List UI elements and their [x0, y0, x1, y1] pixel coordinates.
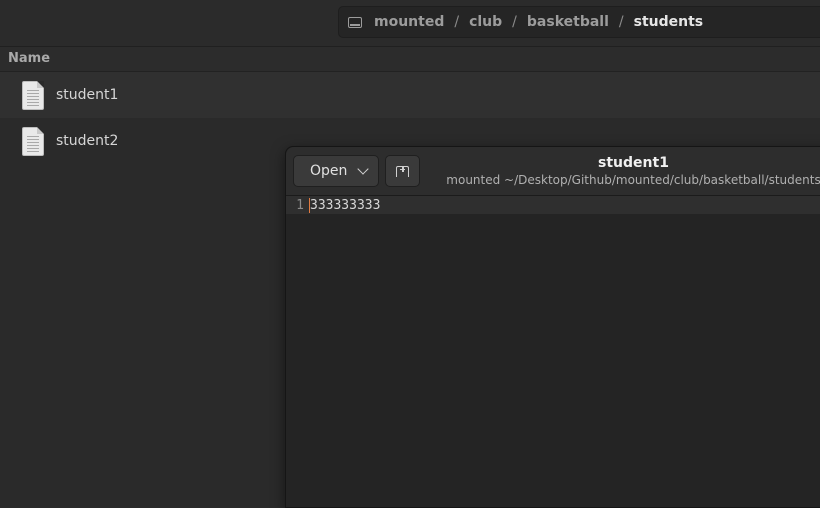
- editor-header-bar: Open student1 mounted ~/Desktop/Github/m…: [286, 147, 820, 196]
- breadcrumb-item-basketball[interactable]: basketball: [523, 14, 613, 30]
- column-header-name[interactable]: Name: [0, 47, 820, 72]
- line-number: 1: [296, 197, 304, 213]
- file-manager-header: mounted / club / basketball / students: [0, 0, 820, 47]
- text-editor-window: Open student1 mounted ~/Desktop/Github/m…: [285, 146, 820, 508]
- file-row-student1[interactable]: student1: [0, 72, 820, 118]
- breadcrumb-separator: /: [512, 14, 517, 30]
- column-header-label: Name: [8, 51, 51, 66]
- document-path: mounted ~/Desktop/Github/mounted/club/ba…: [446, 173, 820, 187]
- open-button[interactable]: Open: [293, 155, 379, 187]
- file-name: student2: [56, 133, 119, 149]
- file-name: student1: [56, 87, 119, 103]
- drive-icon[interactable]: [348, 16, 362, 28]
- document-title: student1: [598, 155, 669, 171]
- code-line[interactable]: 1 333333333: [286, 196, 820, 214]
- breadcrumb-item-students[interactable]: students: [630, 14, 708, 30]
- new-tab-icon: [396, 165, 409, 177]
- editor-title-block: student1 mounted ~/Desktop/Github/mounte…: [426, 155, 820, 188]
- open-button-label: Open: [310, 163, 348, 179]
- breadcrumb: mounted / club / basketball / students: [338, 6, 820, 38]
- breadcrumb-separator: /: [454, 14, 460, 30]
- breadcrumb-separator: /: [618, 14, 624, 30]
- breadcrumb-item-club[interactable]: club: [465, 14, 506, 30]
- line-text[interactable]: 333333333: [310, 198, 380, 213]
- new-tab-button[interactable]: [385, 155, 420, 187]
- chevron-down-icon: [357, 163, 370, 175]
- text-file-icon: [22, 80, 44, 110]
- breadcrumb-item-mounted[interactable]: mounted: [370, 14, 448, 30]
- text-file-icon: [22, 126, 44, 156]
